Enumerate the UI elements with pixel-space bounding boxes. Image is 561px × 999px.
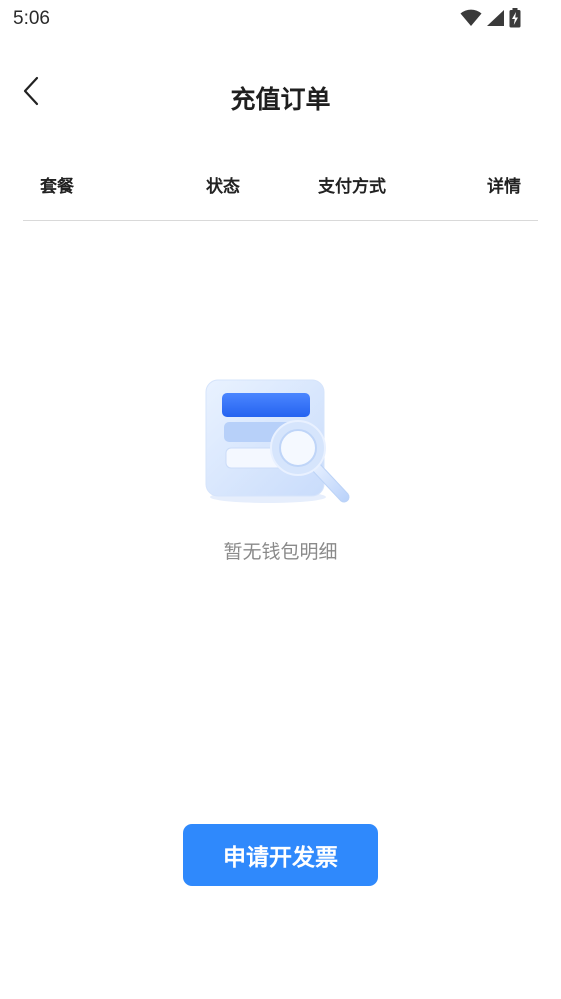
signal-icon — [486, 9, 505, 31]
column-header-details: 详情 — [487, 177, 521, 197]
apply-invoice-button[interactable]: 申请开发票 — [183, 824, 378, 886]
nav-bar: 充值订单 — [0, 62, 561, 134]
status-icons — [460, 8, 521, 32]
table-header: 套餐 状态 支付方式 详情 — [23, 150, 538, 221]
column-header-package: 套餐 — [40, 177, 74, 197]
column-header-payment-method: 支付方式 — [318, 177, 386, 197]
battery-charging-icon — [509, 8, 521, 32]
wifi-icon — [460, 9, 482, 31]
status-time: 5:06 — [13, 8, 50, 29]
search-list-illustration — [198, 370, 363, 515]
column-header-status: 状态 — [206, 177, 240, 197]
empty-message: 暂无钱包明细 — [223, 541, 338, 563]
page-title: 充值订单 — [230, 85, 331, 114]
status-bar: 5:06 — [0, 0, 561, 40]
